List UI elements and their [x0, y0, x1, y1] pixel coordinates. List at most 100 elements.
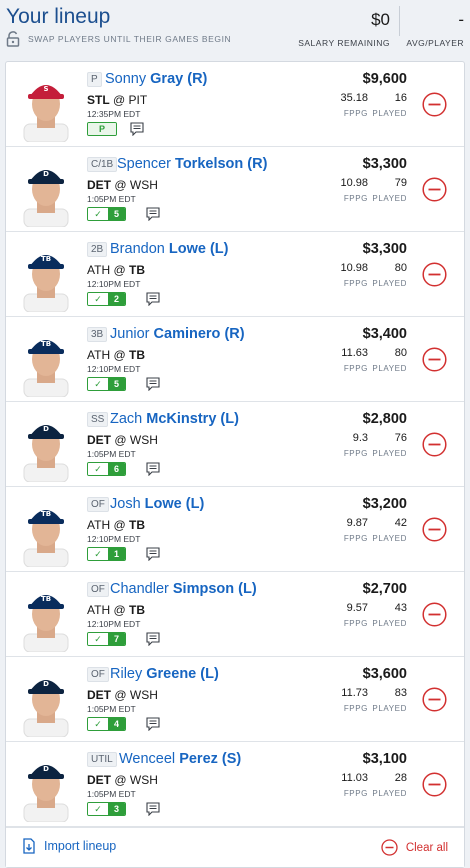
player-news-icon[interactable] — [146, 717, 160, 731]
svg-text:D: D — [43, 765, 49, 773]
player-name-link[interactable]: Wenceel Perez (S) — [119, 751, 241, 767]
at-symbol: @ — [113, 518, 126, 532]
played-value: 16 — [394, 92, 407, 104]
player-name-link[interactable]: Junior Caminero (R) — [110, 326, 245, 342]
remove-player-icon[interactable] — [422, 602, 447, 627]
player-last-name: McKinstry — [146, 411, 217, 427]
player-news-icon[interactable] — [146, 802, 160, 816]
fppg-value: 11.03 — [341, 772, 368, 784]
batting-order-number: 1 — [108, 548, 125, 560]
player-first-name: Sonny — [105, 71, 147, 87]
remove-player-icon[interactable] — [422, 772, 447, 797]
player-avatar: D — [23, 425, 69, 482]
player-row[interactable]: D UTIL Wenceel Perez (S) DET @ WSH 1:05P… — [6, 742, 464, 827]
player-news-icon[interactable] — [146, 207, 160, 221]
player-row[interactable]: D C/1B Spencer Torkelson (R) DET @ WSH 1… — [6, 147, 464, 232]
header-divider — [399, 6, 400, 36]
position-tag: C/1B — [87, 157, 118, 172]
svg-text:TB: TB — [41, 340, 51, 348]
team: STL — [87, 93, 110, 107]
game-time: 12:10PM EDT — [87, 619, 141, 629]
player-first-name: Wenceel — [119, 751, 176, 767]
team: DET — [87, 433, 111, 447]
game-time: 1:05PM EDT — [87, 704, 136, 714]
player-handedness: (R) — [224, 326, 245, 342]
position-tag: P — [87, 72, 102, 87]
game-time: 1:05PM EDT — [87, 194, 136, 204]
player-news-icon[interactable] — [130, 122, 144, 136]
player-row[interactable]: D SS Zach McKinstry (L) DET @ WSH 1:05PM… — [6, 402, 464, 487]
remove-player-icon[interactable] — [422, 262, 447, 287]
batting-order-badge: ✓ 5 — [87, 207, 126, 221]
player-first-name: Zach — [110, 411, 143, 427]
batting-order-badge: ✓ 3 — [87, 802, 126, 816]
at-symbol: @ — [114, 433, 127, 447]
import-icon — [23, 838, 35, 854]
clear-all-button[interactable]: Clear all — [381, 839, 448, 856]
player-row[interactable]: TB 2B Brandon Lowe (L) ATH @ TB 12:10PM … — [6, 232, 464, 317]
game-time: 12:35PM EDT — [87, 109, 141, 119]
check-icon: ✓ — [88, 293, 108, 305]
remove-player-icon[interactable] — [422, 92, 447, 117]
opponent: WSH — [129, 773, 158, 787]
player-salary: $3,600 — [362, 666, 407, 682]
team: ATH — [87, 518, 111, 532]
opponent: WSH — [129, 688, 158, 702]
remove-player-icon[interactable] — [422, 177, 447, 202]
player-first-name: Junior — [110, 326, 150, 342]
player-name-link[interactable]: Riley Greene (L) — [110, 666, 219, 682]
position-tag: OF — [87, 582, 109, 597]
team: ATH — [87, 263, 111, 277]
at-symbol: @ — [113, 348, 126, 362]
player-salary: $2,700 — [362, 581, 407, 597]
player-name-link[interactable]: Zach McKinstry (L) — [110, 411, 239, 427]
remove-player-icon[interactable] — [422, 687, 447, 712]
matchup: DET @ WSH — [87, 433, 158, 447]
player-news-icon[interactable] — [146, 292, 160, 306]
position-tag: 3B — [87, 327, 108, 342]
game-time: 1:05PM EDT — [87, 449, 136, 459]
player-news-icon[interactable] — [146, 462, 160, 476]
remove-player-icon[interactable] — [422, 517, 447, 542]
fppg-label: FPPG — [343, 279, 368, 288]
player-name-link[interactable]: Spencer Torkelson (R) — [117, 156, 267, 172]
player-row[interactable]: S P Sonny Gray (R) STL @ PIT 12:35PM EDT… — [6, 62, 464, 147]
svg-text:D: D — [43, 170, 49, 178]
player-news-icon[interactable] — [146, 632, 160, 646]
remove-player-icon[interactable] — [422, 432, 447, 457]
fppg-value: 35.18 — [340, 92, 368, 104]
opponent: TB — [128, 263, 145, 277]
player-row[interactable]: TB OF Josh Lowe (L) ATH @ TB 12:10PM EDT… — [6, 487, 464, 572]
player-name-link[interactable]: Chandler Simpson (L) — [110, 581, 257, 597]
batting-order-badge: ✓ 5 — [87, 377, 126, 391]
player-last-name: Perez — [179, 751, 218, 767]
player-name-link[interactable]: Sonny Gray (R) — [105, 71, 207, 87]
lineup-footer: Import lineup Clear all — [6, 827, 464, 867]
player-handedness: (L) — [185, 496, 205, 512]
check-icon: ✓ — [88, 633, 108, 645]
player-row[interactable]: TB 3B Junior Caminero (R) ATH @ TB 12:10… — [6, 317, 464, 402]
played-value: 79 — [394, 177, 407, 189]
player-first-name: Chandler — [110, 581, 169, 597]
at-symbol: @ — [114, 688, 127, 702]
lineup-header: Your lineup SWAP PLAYERS UNTIL THEIR GAM… — [0, 0, 470, 56]
player-handedness: (L) — [238, 581, 257, 597]
position-tag: OF — [87, 667, 109, 682]
game-time: 12:10PM EDT — [87, 364, 141, 374]
played-value: 80 — [394, 347, 407, 359]
swap-note-text: SWAP PLAYERS UNTIL THEIR GAMES BEGIN — [28, 34, 232, 44]
fppg-value: 9.57 — [346, 602, 368, 614]
player-last-name: Caminero — [153, 326, 221, 342]
player-row[interactable]: TB OF Chandler Simpson (L) ATH @ TB 12:1… — [6, 572, 464, 657]
player-row[interactable]: D OF Riley Greene (L) DET @ WSH 1:05PM E… — [6, 657, 464, 742]
import-lineup-button[interactable]: Import lineup — [22, 838, 116, 854]
batting-order-number: 5 — [108, 208, 125, 220]
player-name-link[interactable]: Josh Lowe (L) — [110, 496, 204, 512]
swap-note: SWAP PLAYERS UNTIL THEIR GAMES BEGIN — [6, 31, 231, 47]
at-symbol: @ — [114, 773, 127, 787]
remove-player-icon[interactable] — [422, 347, 447, 372]
player-name-link[interactable]: Brandon Lowe (L) — [110, 241, 228, 257]
player-news-icon[interactable] — [146, 547, 160, 561]
player-news-icon[interactable] — [146, 377, 160, 391]
import-lineup-label: Import lineup — [44, 839, 117, 853]
